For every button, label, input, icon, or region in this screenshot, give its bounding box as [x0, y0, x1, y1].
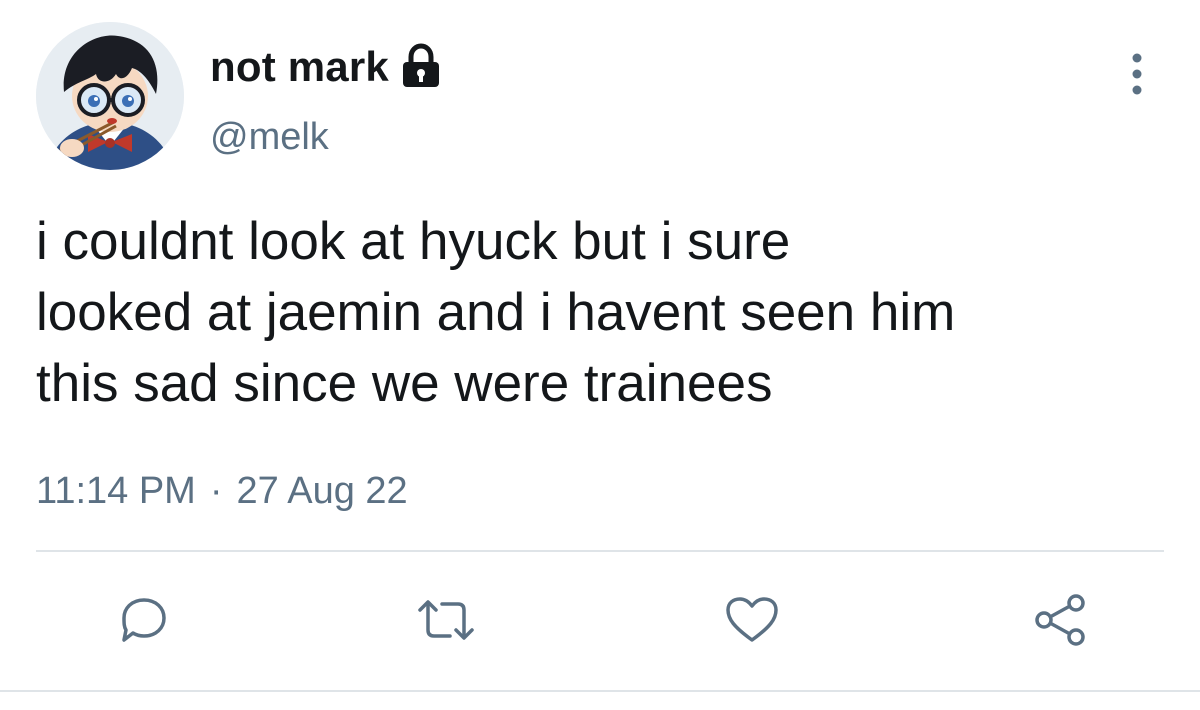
like-icon [726, 597, 778, 642]
share-button[interactable] [1030, 592, 1090, 648]
tweet-timestamp[interactable]: 11:14 PM · 27 Aug 22 [36, 470, 408, 513]
tweet-text-line: looked at jaemin and i havent seen him [36, 283, 956, 342]
divider [36, 550, 1164, 552]
tweet-text-line: this sad since we were trainees [36, 354, 773, 413]
tweet-text: i couldnt look at hyuck but i sure looke… [36, 206, 1166, 419]
retweet-button[interactable] [416, 592, 476, 648]
avatar-image [36, 22, 184, 170]
reply-icon [122, 598, 166, 642]
tweet-date: 27 Aug 22 [236, 470, 408, 512]
author-handle[interactable]: @melk [210, 116, 329, 159]
divider [0, 690, 1200, 692]
timestamp-separator: · [209, 470, 223, 512]
tweet-time: 11:14 PM [36, 470, 196, 512]
lock-icon [399, 42, 443, 94]
author-display-name[interactable]: not mark [210, 40, 443, 94]
tweet-text-line: i couldnt look at hyuck but i sure [36, 212, 791, 271]
display-name-text: not mark [210, 43, 389, 90]
retweet-icon [418, 600, 474, 640]
reply-button[interactable] [114, 592, 174, 648]
avatar[interactable] [36, 22, 184, 170]
more-vertical-icon[interactable] [1124, 50, 1150, 98]
share-icon [1035, 594, 1085, 646]
like-button[interactable] [722, 592, 782, 648]
